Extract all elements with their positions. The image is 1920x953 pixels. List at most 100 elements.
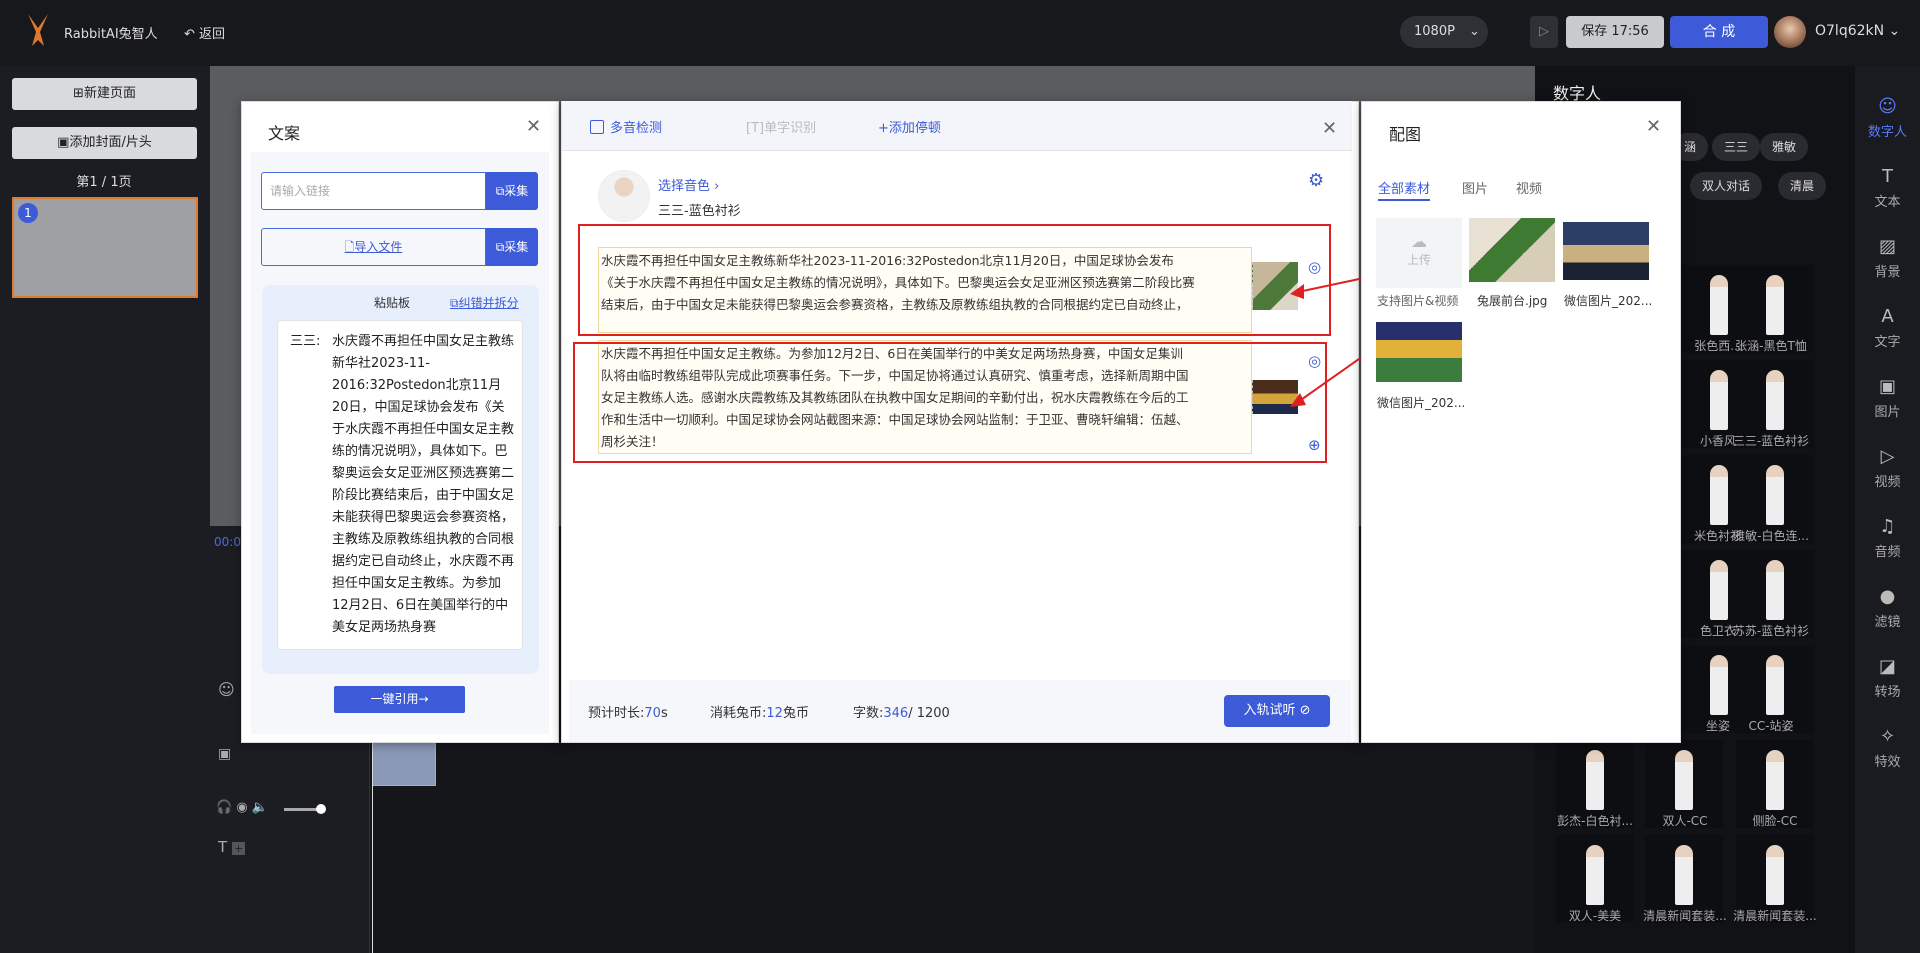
sidebar-item-digital-human[interactable]: ☺ 数字人 (1855, 96, 1920, 140)
close-icon[interactable]: ✕ (526, 116, 541, 137)
fix-split-link[interactable]: ⧉纠错并拆分 (450, 294, 519, 311)
text-icon: T (1882, 166, 1893, 187)
digital-human-label: 双人-CC (1662, 814, 1708, 828)
user-avatar[interactable] (1774, 16, 1806, 48)
clipboard-title: 粘贴板 (374, 296, 411, 310)
media-thumbnail[interactable] (1376, 322, 1462, 382)
new-page-button[interactable]: ⊞新建页面 (12, 78, 197, 110)
char-count: 字数:346/ 1200 (853, 702, 950, 721)
filter-chip[interactable]: 三三 (1712, 133, 1761, 161)
upload-hint: 支持图片&视频 (1377, 294, 1459, 308)
tab-images[interactable]: 图片 (1462, 178, 1488, 197)
media-item-label: 微信图片_202... (1564, 294, 1653, 308)
close-icon[interactable]: ✕ (1646, 116, 1661, 137)
upload-label: 上传 (1406, 253, 1431, 267)
page-indicator: 第1 / 1页 (76, 175, 132, 190)
sidebar-item-filter[interactable]: ● 滤镜 (1855, 586, 1920, 630)
sidebar-item-audio[interactable]: ♫ 音频 (1855, 516, 1920, 560)
volume-slider-handle[interactable] (316, 804, 326, 814)
resolution-select[interactable]: 1080P ⌄ (1400, 16, 1488, 48)
single-char-label: 单字识别 (764, 121, 817, 136)
import-file-button[interactable]: 🗋导入文件 (261, 228, 486, 266)
settings-icon[interactable]: ⚙ (1308, 170, 1324, 191)
tab-videos[interactable]: 视频 (1516, 178, 1542, 197)
count-value: 346 (883, 706, 909, 721)
save-time: 17:56 (1611, 24, 1649, 39)
save-button[interactable]: 保存 17:56 (1566, 16, 1664, 48)
link-input[interactable]: 请输入链接 (261, 172, 486, 210)
coin-cost: 消耗兔币:12兔币 (710, 702, 809, 721)
voice-avatar[interactable] (598, 170, 650, 222)
sidebar-item-effects[interactable]: ✧ 特效 (1855, 726, 1920, 770)
digital-human-label: CC-站姿 (1748, 719, 1794, 733)
select-voice-link[interactable]: 选择音色 › (658, 175, 719, 194)
preview-play-button[interactable]: ▷ (1530, 16, 1558, 48)
timeline-clip-thumbnail[interactable] (372, 740, 436, 786)
count-max: / 1200 (908, 706, 950, 721)
filter-chip[interactable]: 清晨 (1778, 172, 1827, 200)
sidebar-item-caption[interactable]: A 文字 (1855, 306, 1920, 350)
char-icon: [T] (746, 121, 765, 136)
add-pause-button[interactable]: +添加停顿 (878, 117, 941, 136)
sidebar-item-image[interactable]: ▣ 图片 (1855, 376, 1920, 420)
image-icon: ▣ (57, 135, 70, 150)
filter-chip[interactable]: 雅敏 (1760, 133, 1809, 161)
est-value: 70 (644, 706, 661, 721)
headphones-icon: ♫ (1879, 516, 1896, 537)
tab-all[interactable]: 全部素材 (1378, 178, 1431, 201)
coin-unit: 兔币 (782, 706, 809, 721)
media-item-label: 微信图片_202... (1377, 396, 1466, 410)
collect-button-2[interactable]: ⧉采集 (486, 228, 538, 266)
user-name[interactable]: O7lq62kN ⌄ (1815, 23, 1900, 39)
digital-human-label: 三三-蓝色衬衫 (1732, 434, 1810, 448)
sidebar-item-background[interactable]: ▨ 背景 (1855, 236, 1920, 280)
digital-human-label: 清晨新闻套装... (1733, 909, 1817, 923)
add-cover-button[interactable]: ▣添加封面/片头 (12, 127, 197, 159)
new-page-icon: ⊞ (73, 86, 84, 101)
highlight-box (578, 224, 1331, 336)
editor-toolbar (562, 101, 1352, 151)
digital-human-label: 雅敏-白色连... (1733, 529, 1809, 543)
close-icon[interactable]: ✕ (1322, 118, 1337, 139)
save-label: 保存 (1581, 24, 1608, 39)
app-name: RabbitAI兔智人 (64, 27, 158, 42)
caption-icon: A (1881, 306, 1894, 327)
resolution-value: 1080P (1414, 24, 1455, 39)
transition-icon: ◪ (1878, 656, 1896, 677)
multi-tone-toggle[interactable]: 多音检测 (590, 117, 662, 136)
back-button[interactable]: ↶ 返回 (184, 23, 225, 42)
sidebar-label: 滤镜 (1874, 615, 1901, 630)
sidebar-label: 文字 (1874, 335, 1901, 350)
sidebar-item-text[interactable]: T 文本 (1855, 166, 1920, 210)
add-cover-label: 添加封面/片头 (69, 135, 152, 150)
image-icon: ▣ (1878, 376, 1896, 397)
sidebar-item-video[interactable]: ▷ 视频 (1855, 446, 1920, 490)
speaker-label: 三三: (290, 334, 321, 349)
sidebar-label: 背景 (1874, 265, 1901, 280)
split-icon: ⧉ (450, 296, 459, 310)
count-label: 字数: (853, 706, 884, 721)
magic-wand-icon: ✧ (1879, 726, 1896, 747)
single-char-button[interactable]: [T]单字识别 (746, 117, 816, 136)
media-item-label: 兔展前台.jpg (1477, 294, 1548, 308)
clipboard-textarea[interactable]: 三三: 水庆霞不再担任中国女足主教练新华社2023-11-2016:32Post… (277, 320, 523, 650)
sidebar-label: 视频 (1874, 475, 1901, 490)
page-thumbnail-number: 1 (18, 203, 38, 223)
collect-button[interactable]: ⧉采集 (486, 172, 538, 210)
compose-button[interactable]: 合 成 (1670, 16, 1768, 48)
play-circle-icon: ⊘ (1299, 703, 1311, 718)
upload-button[interactable]: ☁ 上传 (1376, 218, 1462, 288)
media-thumbnail[interactable] (1563, 222, 1649, 280)
listen-button[interactable]: 入轨试听 ⊘ (1224, 695, 1330, 727)
filter-chip[interactable]: 双人对话 (1690, 172, 1763, 200)
media-thumbnail[interactable] (1469, 218, 1555, 282)
coin-label: 消耗兔币: (710, 706, 767, 721)
quote-all-button[interactable]: 一键引用→ (334, 686, 465, 713)
digital-human-label: 苏苏-蓝色衬衫 (1732, 624, 1810, 638)
sidebar-item-transition[interactable]: ◪ 转场 (1855, 656, 1920, 700)
new-page-label: 新建页面 (83, 86, 136, 101)
collect-icon: ⧉ (495, 184, 505, 198)
page-thumbnail[interactable] (12, 197, 198, 298)
coin-value: 12 (766, 706, 783, 721)
digital-human-label: 张涵-黑色T恤 (1735, 339, 1807, 353)
